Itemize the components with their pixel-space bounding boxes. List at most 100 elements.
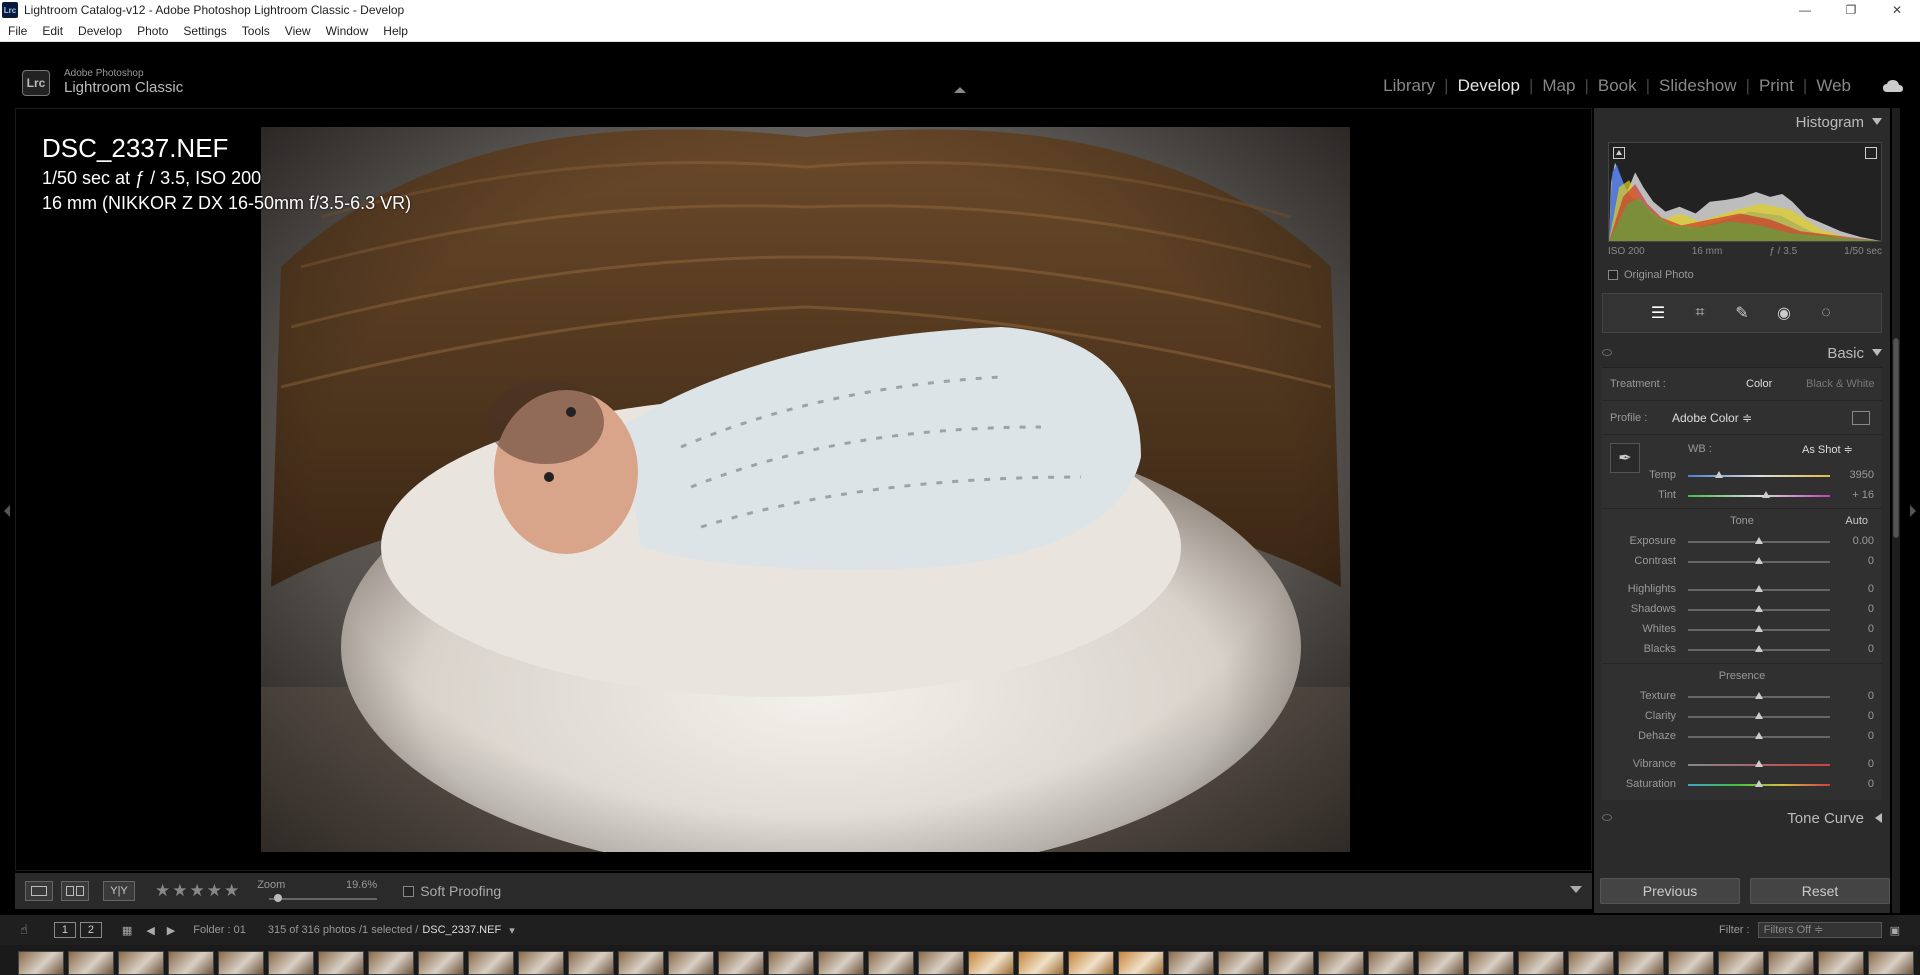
- slider-exposure[interactable]: Exposure 0.00: [1602, 531, 1882, 551]
- current-file-dropdown-icon[interactable]: ▾: [509, 924, 515, 937]
- filmstrip-thumbnail[interactable]: [318, 951, 364, 975]
- filmstrip-thumbnail[interactable]: [1318, 951, 1364, 975]
- slider-value[interactable]: 0: [1868, 623, 1874, 635]
- module-book[interactable]: Book: [1589, 76, 1646, 96]
- next-photo-icon[interactable]: ▶: [167, 924, 175, 937]
- slider-knob[interactable]: [1715, 471, 1724, 478]
- filmstrip-thumbnail[interactable]: [1168, 951, 1214, 975]
- treatment-bw-option[interactable]: Black & White: [1806, 378, 1874, 390]
- filmstrip-thumbnail[interactable]: [968, 951, 1014, 975]
- slider-saturation[interactable]: Saturation 0: [1602, 774, 1882, 794]
- filmstrip-thumbnail[interactable]: [68, 951, 114, 975]
- shadow-clipping-icon[interactable]: [1613, 147, 1625, 159]
- filmstrip-thumbnail[interactable]: [218, 951, 264, 975]
- filmstrip-thumbnail[interactable]: [868, 951, 914, 975]
- tone-curve-visibility-icon[interactable]: [1602, 814, 1612, 821]
- slider-knob[interactable]: [1755, 760, 1763, 767]
- edit-sliders-icon[interactable]: ☰: [1648, 303, 1668, 323]
- filmstrip-thumbnail[interactable]: [1218, 951, 1264, 975]
- reset-button[interactable]: Reset: [1750, 878, 1890, 904]
- tone-curve-header[interactable]: Tone Curve: [1594, 804, 1890, 832]
- filmstrip-thumbnail[interactable]: [118, 951, 164, 975]
- filmstrip-thumbnail[interactable]: [618, 951, 664, 975]
- filmstrip-thumbnail[interactable]: [1768, 951, 1814, 975]
- slider-value[interactable]: 0: [1868, 690, 1874, 702]
- collapse-histogram-icon[interactable]: [1872, 118, 1882, 125]
- module-develop[interactable]: Develop: [1449, 76, 1529, 96]
- main-photo[interactable]: [261, 127, 1350, 852]
- slider-whites[interactable]: Whites 0: [1602, 619, 1882, 639]
- slider-shadows[interactable]: Shadows 0: [1602, 599, 1882, 619]
- soft-proofing-checkbox[interactable]: [403, 885, 415, 897]
- filmstrip-thumbnail[interactable]: [1018, 951, 1064, 975]
- menu-tools[interactable]: Tools: [242, 24, 270, 38]
- slider-track[interactable]: [1688, 495, 1830, 497]
- module-web[interactable]: Web: [1807, 76, 1860, 96]
- basic-header[interactable]: Basic: [1594, 339, 1890, 367]
- slider-dehaze[interactable]: Dehaze 0: [1602, 726, 1882, 746]
- slider-value[interactable]: + 16: [1852, 489, 1874, 501]
- filmstrip-thumbnail[interactable]: [768, 951, 814, 975]
- slider-knob[interactable]: [1755, 625, 1763, 632]
- slider-texture[interactable]: Texture 0: [1602, 686, 1882, 706]
- filmstrip-thumbnail[interactable]: [1668, 951, 1714, 975]
- profile-browser-icon[interactable]: [1852, 411, 1870, 425]
- close-icon[interactable]: ✕: [1874, 0, 1920, 20]
- wb-dropdown[interactable]: As Shot ≑: [1802, 443, 1853, 456]
- slider-knob[interactable]: [1755, 605, 1763, 612]
- scrollbar-thumb[interactable]: [1893, 338, 1899, 538]
- original-photo-toggle[interactable]: Original Photo: [1608, 269, 1890, 281]
- zoom-slider-track[interactable]: [269, 898, 378, 900]
- profile-dropdown[interactable]: Adobe Color ≑: [1672, 411, 1752, 425]
- slider-value[interactable]: 3950: [1850, 469, 1874, 481]
- loupe-view-button[interactable]: [25, 881, 53, 901]
- filmstrip-thumbnail[interactable]: [268, 951, 314, 975]
- slider-highlights[interactable]: Highlights 0: [1602, 579, 1882, 599]
- red-eye-icon[interactable]: ◉: [1774, 303, 1794, 323]
- show-left-panel-icon[interactable]: [4, 505, 10, 517]
- maximize-icon[interactable]: ❐: [1828, 0, 1874, 20]
- slider-knob[interactable]: [1755, 537, 1763, 544]
- slider-value[interactable]: 0: [1868, 710, 1874, 722]
- filmstrip-thumbnail[interactable]: [468, 951, 514, 975]
- menu-view[interactable]: View: [285, 24, 311, 38]
- menu-window[interactable]: Window: [326, 24, 369, 38]
- module-print[interactable]: Print: [1750, 76, 1803, 96]
- filmstrip-thumbnail[interactable]: [518, 951, 564, 975]
- before-after-button[interactable]: Y|Y: [103, 881, 135, 901]
- compare-view-button[interactable]: [61, 881, 89, 901]
- slider-knob[interactable]: [1755, 557, 1763, 564]
- filmstrip-thumbnail[interactable]: [18, 951, 64, 975]
- filmstrip-thumbnail[interactable]: [818, 951, 864, 975]
- slider-value[interactable]: 0: [1868, 583, 1874, 595]
- filmstrip-thumbnail[interactable]: [418, 951, 464, 975]
- show-right-edge-icon[interactable]: [1910, 505, 1916, 517]
- minimize-icon[interactable]: —: [1782, 0, 1828, 20]
- slider-knob[interactable]: [1762, 491, 1771, 498]
- slider-blacks[interactable]: Blacks 0: [1602, 639, 1882, 659]
- filmstrip-thumbnail[interactable]: [1418, 951, 1464, 975]
- slider-value[interactable]: 0: [1868, 603, 1874, 615]
- filter-lock-icon[interactable]: ▣: [1890, 924, 1900, 937]
- slider-vibrance[interactable]: Vibrance 0: [1602, 754, 1882, 774]
- filmstrip-thumbnail[interactable]: [1368, 951, 1414, 975]
- menu-photo[interactable]: Photo: [137, 24, 168, 38]
- filmstrip-thumbnail[interactable]: [168, 951, 214, 975]
- slider-value[interactable]: 0: [1868, 555, 1874, 567]
- slider-knob[interactable]: [1755, 585, 1763, 592]
- current-file[interactable]: DSC_2337.NEF: [422, 924, 501, 936]
- menu-help[interactable]: Help: [383, 24, 408, 38]
- filmstrip-thumbnail[interactable]: [1868, 951, 1914, 975]
- module-slideshow[interactable]: Slideshow: [1650, 76, 1746, 96]
- zoom-slider-knob[interactable]: [274, 894, 283, 902]
- treatment-color-option[interactable]: Color: [1746, 378, 1772, 390]
- hand-icon[interactable]: ☝: [20, 922, 28, 938]
- filmstrip-thumbnail[interactable]: [568, 951, 614, 975]
- menu-edit[interactable]: Edit: [42, 24, 63, 38]
- toolbar-content-dropdown-icon[interactable]: [1570, 886, 1582, 893]
- collapse-top-panel-icon[interactable]: [954, 87, 966, 93]
- slider-value[interactable]: 0.00: [1853, 535, 1874, 547]
- prev-photo-icon[interactable]: ◀: [146, 924, 154, 937]
- zoom-control[interactable]: Zoom 19.6%: [257, 876, 378, 906]
- slider-clarity[interactable]: Clarity 0: [1602, 706, 1882, 726]
